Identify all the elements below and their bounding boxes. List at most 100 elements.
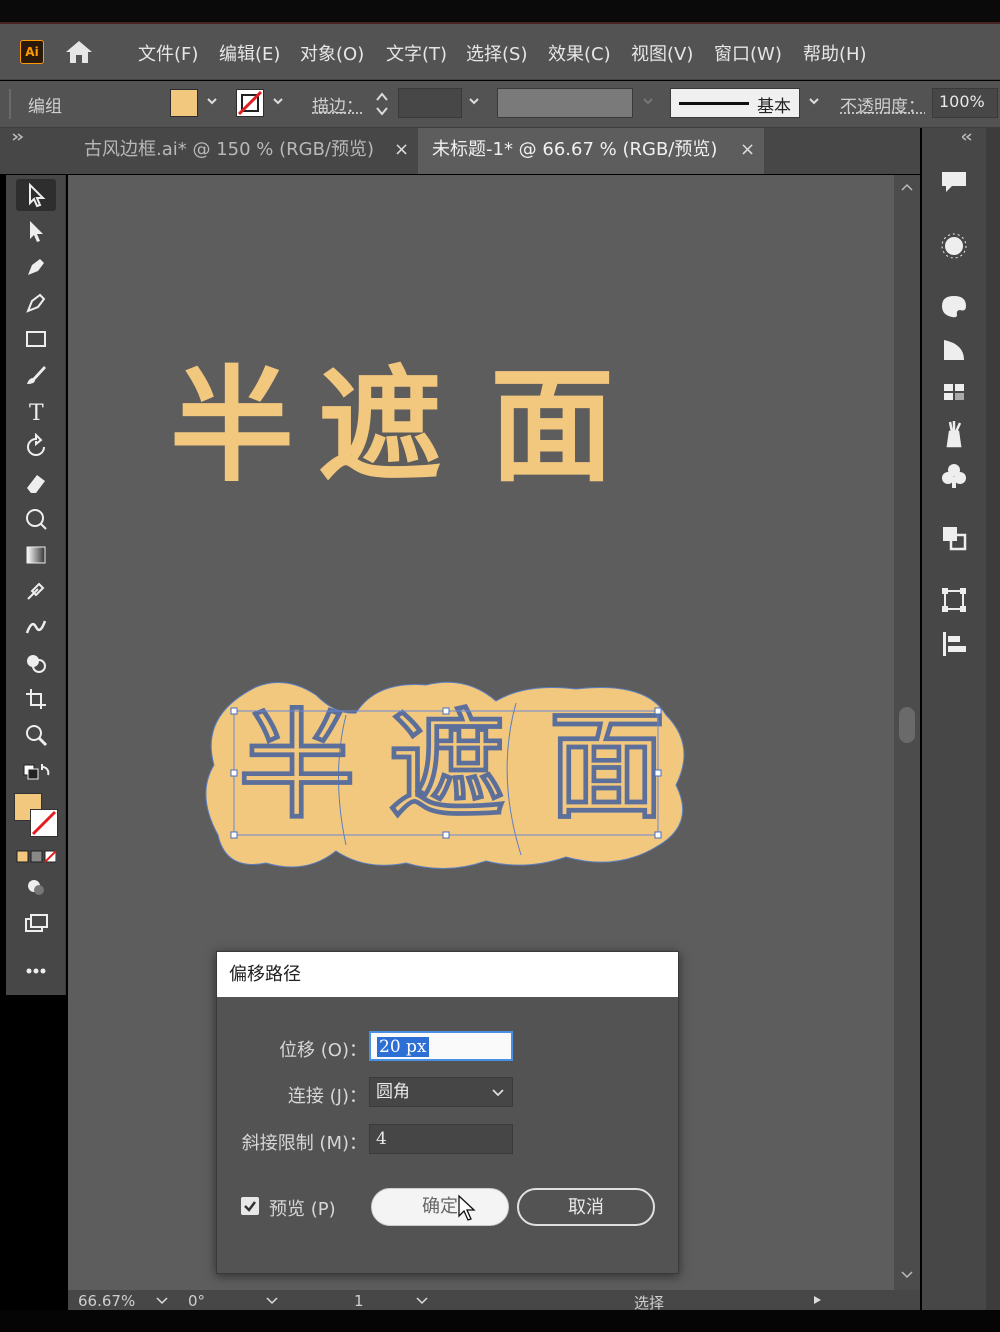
- menu-edit[interactable]: 编辑(E): [219, 40, 280, 66]
- chevron-down-icon[interactable]: [808, 95, 820, 107]
- offset-label: 位移 (O)：: [279, 1040, 367, 1061]
- tab-document-2[interactable]: 未标题-1* @ 66.67 % (RGB/预览) ×: [418, 128, 764, 174]
- scrollbar-thumb[interactable]: [899, 707, 915, 743]
- zoom-tool-icon[interactable]: [16, 719, 56, 751]
- zoom-level[interactable]: 66.67%: [78, 1292, 135, 1310]
- chevron-down-icon: [492, 1089, 504, 1097]
- menu-bar: Ai 文件(F) 编辑(E) 对象(O) 文字(T) 选择(S) 效果(C) 视…: [0, 24, 1000, 80]
- cancel-button[interactable]: 取消: [517, 1188, 655, 1226]
- menu-file[interactable]: 文件(F): [138, 40, 198, 66]
- tab-label: 未标题-1* @ 66.67 % (RGB/预览): [432, 139, 718, 160]
- opacity-value: 100%: [939, 92, 985, 111]
- tab-label: 古风边框.ai* @ 150 % (RGB/预览): [84, 139, 375, 160]
- rotation-value[interactable]: 0°: [188, 1292, 205, 1310]
- panel-dock: [922, 128, 986, 1310]
- chevron-down-icon[interactable]: [266, 1296, 278, 1306]
- preview-label[interactable]: 预览 (P): [269, 1195, 336, 1221]
- screen-mode-icon[interactable]: [16, 907, 56, 939]
- artboard-number[interactable]: 1: [354, 1292, 364, 1310]
- gradient-tool-icon[interactable]: [16, 539, 56, 571]
- stroke-stepper[interactable]: [374, 89, 390, 119]
- swatches-icon[interactable]: [938, 376, 970, 408]
- chevron-down-icon[interactable]: [272, 95, 284, 107]
- comments-icon[interactable]: [938, 166, 970, 198]
- fill-stroke-indicator[interactable]: [14, 793, 62, 839]
- menu-type[interactable]: 文字(T): [386, 40, 447, 66]
- collapse-panel-icon[interactable]: [12, 132, 26, 142]
- paintbrush-tool-icon[interactable]: [16, 359, 56, 391]
- type-tool-icon[interactable]: T: [16, 395, 56, 427]
- more-tools-icon[interactable]: [16, 955, 56, 987]
- vertical-scrollbar[interactable]: [894, 175, 920, 1290]
- ok-button[interactable]: 确定: [371, 1188, 509, 1226]
- offset-value: 20 px: [377, 1037, 429, 1057]
- blend-tool-icon[interactable]: [16, 611, 56, 643]
- color-palette-icon[interactable]: [938, 290, 970, 322]
- opacity-input[interactable]: 100%: [932, 88, 998, 118]
- home-icon[interactable]: [62, 38, 96, 66]
- stroke-color-swatch[interactable]: [30, 809, 58, 837]
- align-icon[interactable]: [938, 628, 970, 660]
- close-icon[interactable]: ×: [740, 128, 755, 172]
- artboard-tool-icon[interactable]: [16, 683, 56, 715]
- stroke-swatch[interactable]: [236, 89, 264, 117]
- scroll-up-icon[interactable]: [901, 183, 913, 191]
- chevron-down-icon[interactable]: [156, 1296, 168, 1306]
- eraser-tool-icon[interactable]: [16, 467, 56, 499]
- pathfinder-icon[interactable]: [938, 522, 970, 554]
- menu-select[interactable]: 选择(S): [466, 40, 527, 66]
- grip-icon: [9, 89, 11, 119]
- stroke-label: 描边：: [312, 97, 363, 117]
- play-icon[interactable]: [812, 1295, 822, 1305]
- title-char-3[interactable]: 面: [490, 365, 614, 489]
- eyedropper-tool-icon[interactable]: [16, 575, 56, 607]
- stroke-weight-input[interactable]: [398, 88, 462, 118]
- color-mode-icons[interactable]: [16, 847, 56, 867]
- brush-style-label: 基本: [757, 97, 791, 117]
- menu-view[interactable]: 视图(V): [631, 40, 693, 66]
- ok-button-label: 确定: [422, 1196, 458, 1217]
- expand-panels-icon[interactable]: [962, 132, 976, 142]
- brushes-icon[interactable]: [938, 418, 970, 450]
- fill-swatch[interactable]: [170, 89, 198, 117]
- chevron-down-icon[interactable]: [468, 95, 480, 107]
- symbols-icon[interactable]: [938, 460, 970, 492]
- pen-tool-icon[interactable]: [16, 251, 56, 283]
- brush-definition[interactable]: 基本: [670, 88, 800, 118]
- menu-object[interactable]: 对象(O): [300, 40, 364, 66]
- variable-width-profile[interactable]: [497, 88, 633, 118]
- miter-limit-input[interactable]: 4: [369, 1124, 513, 1154]
- menu-window[interactable]: 窗口(W): [714, 40, 782, 66]
- direct-selection-tool-icon[interactable]: [16, 215, 56, 247]
- warp-tool-icon[interactable]: [16, 503, 56, 535]
- joins-select[interactable]: 圆角: [369, 1077, 513, 1107]
- title-char-2[interactable]: 遮: [318, 365, 442, 489]
- rotate-tool-icon[interactable]: [16, 431, 56, 463]
- shape-builder-tool-icon[interactable]: [16, 647, 56, 679]
- offset-input[interactable]: 20 px: [369, 1031, 513, 1061]
- selection-bounding-box[interactable]: [228, 705, 668, 841]
- tab-document-1[interactable]: 古风边框.ai* @ 150 % (RGB/预览) ×: [70, 128, 418, 174]
- draw-mode-icon[interactable]: [16, 871, 56, 903]
- transparency-icon[interactable]: [938, 334, 970, 366]
- swap-colors-icon[interactable]: [16, 759, 56, 783]
- selection-tool-icon[interactable]: [16, 179, 56, 211]
- menu-help[interactable]: 帮助(H): [803, 40, 867, 66]
- chevron-down-icon[interactable]: [416, 1296, 428, 1306]
- close-icon[interactable]: ×: [394, 128, 409, 172]
- title-char-1[interactable]: 半: [170, 365, 294, 489]
- appearance-icon[interactable]: [938, 230, 970, 262]
- tools-panel: T: [6, 175, 66, 995]
- rectangle-tool-icon[interactable]: [16, 323, 56, 355]
- chevron-down-icon[interactable]: [206, 95, 218, 107]
- miter-limit-label: 斜接限制 (M)：: [241, 1133, 367, 1154]
- svg-text:T: T: [29, 401, 44, 425]
- preview-checkbox[interactable]: [241, 1197, 259, 1215]
- window-top-bar: [0, 0, 1000, 24]
- curvature-tool-icon[interactable]: [16, 287, 56, 319]
- mouse-cursor-icon: [458, 1194, 476, 1221]
- app-logo: Ai: [20, 40, 44, 64]
- menu-effect[interactable]: 效果(C): [548, 40, 611, 66]
- transform-icon[interactable]: [938, 584, 970, 616]
- scroll-down-icon[interactable]: [901, 1271, 913, 1279]
